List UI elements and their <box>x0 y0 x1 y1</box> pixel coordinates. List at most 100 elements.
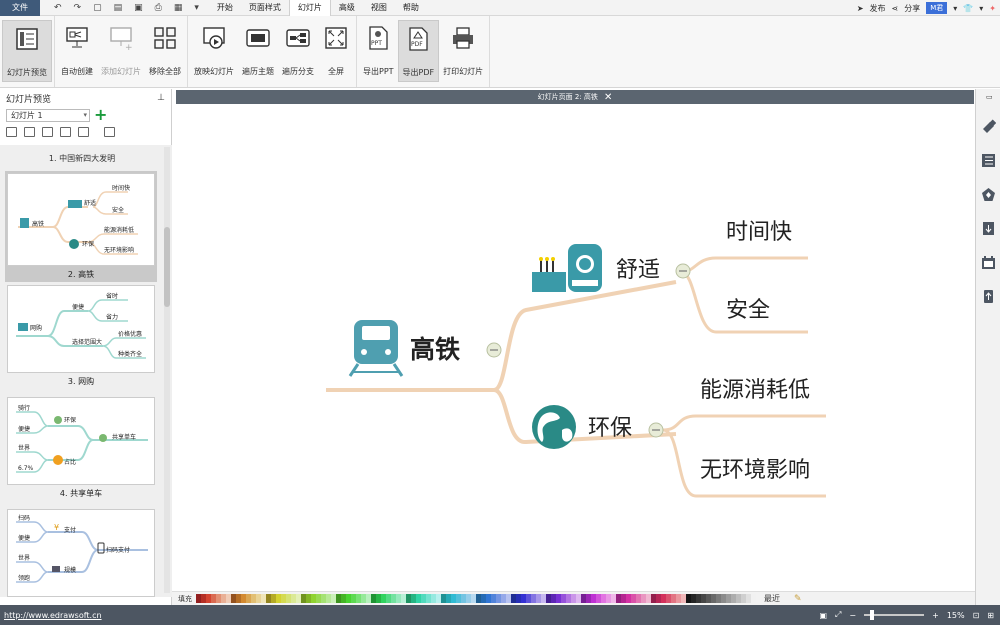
leaf-topic-no-impact[interactable]: 无环境影响 <box>700 452 810 484</box>
traverse-topic-button[interactable]: 遍历主题 <box>238 20 278 82</box>
fit-screen-icon[interactable]: ⊞ <box>987 611 994 620</box>
website-link[interactable]: http://www.edrawsoft.cn <box>4 611 102 620</box>
zoom-in-icon[interactable]: + <box>932 611 939 620</box>
color-swatches[interactable] <box>196 594 756 603</box>
slide-thumb-box: 共享单车 环保 占比 骑行 便捷 世界 6.7% <box>7 397 155 485</box>
play-slides-icon <box>200 24 228 52</box>
auto-create-button[interactable]: 自动创建 <box>57 20 97 82</box>
remove-all-button[interactable]: 移除全部 <box>145 20 185 82</box>
add-slide-button[interactable]: + 添加幻灯片 <box>97 20 145 82</box>
open-file-icon[interactable]: ▤ <box>114 3 123 13</box>
slide-thumb-box: ¥ 扫码支付 支付 规模 扫码 便捷 世界 领跑 <box>7 509 155 597</box>
share-button[interactable]: 分享 <box>904 3 920 14</box>
slide-select[interactable]: 幻灯片 1 <box>6 108 90 122</box>
list-outline-icon[interactable] <box>981 153 996 168</box>
color-palette-bar: 填充 最近 ✎ <box>172 591 975 605</box>
save-icon[interactable]: ▣ <box>134 3 143 13</box>
traverse-topic-label: 遍历主题 <box>242 67 274 76</box>
file-menu-button[interactable]: 文件 <box>0 0 40 16</box>
panel-header: 幻灯片预览 ⊥ <box>0 89 171 107</box>
branch-topic-comfort[interactable]: 舒适 <box>616 252 660 284</box>
slide-preview-panel: 幻灯片预览 ⊥ 幻灯片 1 + 1. 中国新四大发明 <box>0 89 172 605</box>
export-ppt-button[interactable]: PPT 导出PPT <box>359 20 398 82</box>
user-dropdown-icon[interactable]: ▾ <box>953 4 957 13</box>
canvas-tab-header: 幻灯片页面 2: 高铁 ✕ <box>176 90 974 104</box>
publish-button[interactable]: 发布 <box>870 3 886 14</box>
menu-view[interactable]: 视图 <box>363 0 395 16</box>
calendar-icon[interactable] <box>981 255 996 270</box>
thumb-leaf: 扫码 <box>18 514 30 522</box>
thumb-mindmap-2: 高铁 舒适 环保 时间快 安全 能源消耗低 无环境影响 <box>18 184 138 255</box>
menu-start[interactable]: 开始 <box>209 0 241 16</box>
leaf-topic-fast[interactable]: 时间快 <box>726 214 792 246</box>
fit-page-icon[interactable]: ▣ <box>819 611 827 620</box>
user-badge[interactable]: M君 <box>926 2 948 14</box>
format-brush-icon[interactable] <box>981 119 996 134</box>
zoom-slider[interactable] <box>864 610 925 620</box>
thumb-branch: 环保 <box>82 240 94 248</box>
tool-settings-icon[interactable] <box>104 127 115 137</box>
mobile-upload-icon[interactable] <box>981 289 996 304</box>
menu-page-style[interactable]: 页面样式 <box>241 0 289 16</box>
slide-preview-button[interactable]: 幻灯片预览 <box>2 20 52 82</box>
globe-icon <box>532 405 576 449</box>
thumb-branch: 支付 <box>64 526 76 534</box>
slide-thumb-5[interactable]: ¥ 扫码支付 支付 规模 扫码 便捷 世界 领跑 <box>7 509 155 597</box>
print-slides-button[interactable]: 打印幻灯片 <box>439 20 487 82</box>
close-icon[interactable]: ✕ <box>604 92 612 103</box>
menu-help[interactable]: 帮助 <box>395 0 427 16</box>
fullscreen-button[interactable]: 全屏 <box>318 20 354 82</box>
slide-thumb-3[interactable]: 网购 便捷 选择范围大 省时 省力 价格优惠 种类齐全 3. 网购 <box>7 285 155 387</box>
eyedropper-icon[interactable]: ✎ <box>794 594 802 604</box>
tool-slide-icon[interactable] <box>6 127 17 137</box>
traverse-branch-button[interactable]: 遍历分支 <box>278 20 318 82</box>
download-page-icon[interactable] <box>981 221 996 236</box>
slide-caption-4: 4. 共享单车 <box>59 489 103 498</box>
leaf-topic-low-energy[interactable]: 能源消耗低 <box>700 372 810 404</box>
slide-thumb-2[interactable]: 高铁 舒适 环保 时间快 安全 能源消耗低 无环境影响 2. 高铁 <box>5 171 157 282</box>
menu-advanced[interactable]: 高级 <box>331 0 363 16</box>
status-bar: http://www.edrawsoft.cn ▣ ⤢ − + 15% ⊡ ⊞ <box>0 605 1000 625</box>
ribbon: 幻灯片预览 自动创建 + 添加幻灯片 移除全部 放映幻灯片 遍历主题 遍历分支 … <box>0 16 1000 88</box>
undo-icon[interactable]: ↶ <box>54 3 62 13</box>
branch-topic-eco[interactable]: 环保 <box>588 410 632 442</box>
publish-icon[interactable]: ➤ <box>857 4 864 13</box>
ribbon-group-create: 自动创建 + 添加幻灯片 移除全部 <box>55 16 188 87</box>
slide-thumb-4[interactable]: 共享单车 环保 占比 骑行 便捷 世界 6.7% 4. 共享单车 <box>7 397 155 499</box>
play-slides-label: 放映幻灯片 <box>194 67 234 76</box>
color-swatch[interactable] <box>751 594 756 603</box>
slide-caption-1[interactable]: 1. 中国新四大发明 <box>0 153 164 164</box>
export-pdf-button[interactable]: PDF 导出PDF <box>397 20 440 82</box>
play-slides-button[interactable]: 放映幻灯片 <box>190 20 238 82</box>
svg-text:+: + <box>125 43 133 51</box>
sidebar-pin-icon[interactable]: ▭ <box>986 93 993 101</box>
pin-icon[interactable]: ⊥ <box>157 93 165 103</box>
print-icon[interactable]: ⎙ <box>155 3 162 13</box>
export-icon[interactable]: ▦ <box>174 3 183 13</box>
tool-copy-icon[interactable] <box>60 127 71 137</box>
menu-slides[interactable]: 幻灯片 <box>288 0 331 16</box>
leaf-topic-safe[interactable]: 安全 <box>726 292 770 324</box>
slide-list-scrollbar[interactable] <box>164 147 170 593</box>
tool-export-icon[interactable] <box>78 127 89 137</box>
zoom-out-icon[interactable]: − <box>849 611 856 620</box>
fit-width-icon[interactable]: ⤢ <box>835 610 841 620</box>
scrollbar-thumb[interactable] <box>164 227 170 307</box>
share-icon[interactable]: ⋖ <box>892 4 899 13</box>
tool-edit-icon[interactable] <box>42 127 53 137</box>
zoom-slider-knob[interactable] <box>870 610 875 620</box>
fullscreen-toggle-icon[interactable]: ⊡ <box>973 611 980 620</box>
auto-create-icon <box>63 24 91 52</box>
pdf-badge: PDF <box>411 41 423 48</box>
new-file-icon[interactable]: ▢ <box>93 3 102 13</box>
tool-insert-icon[interactable] <box>24 127 35 137</box>
customize-dropdown-icon[interactable]: ▾ <box>194 3 199 13</box>
thumb-leaf: 世界 <box>18 554 30 562</box>
add-slide-plus-icon[interactable]: + <box>94 107 107 123</box>
redo-icon[interactable]: ↷ <box>74 3 82 13</box>
add-slide-icon: + <box>107 24 135 52</box>
theme-dropdown-icon[interactable]: ▾ <box>979 4 983 13</box>
shape-pentagon-icon[interactable] <box>981 187 996 202</box>
theme-icon[interactable]: 👕 <box>963 4 973 13</box>
center-topic[interactable]: 高铁 <box>410 330 460 366</box>
